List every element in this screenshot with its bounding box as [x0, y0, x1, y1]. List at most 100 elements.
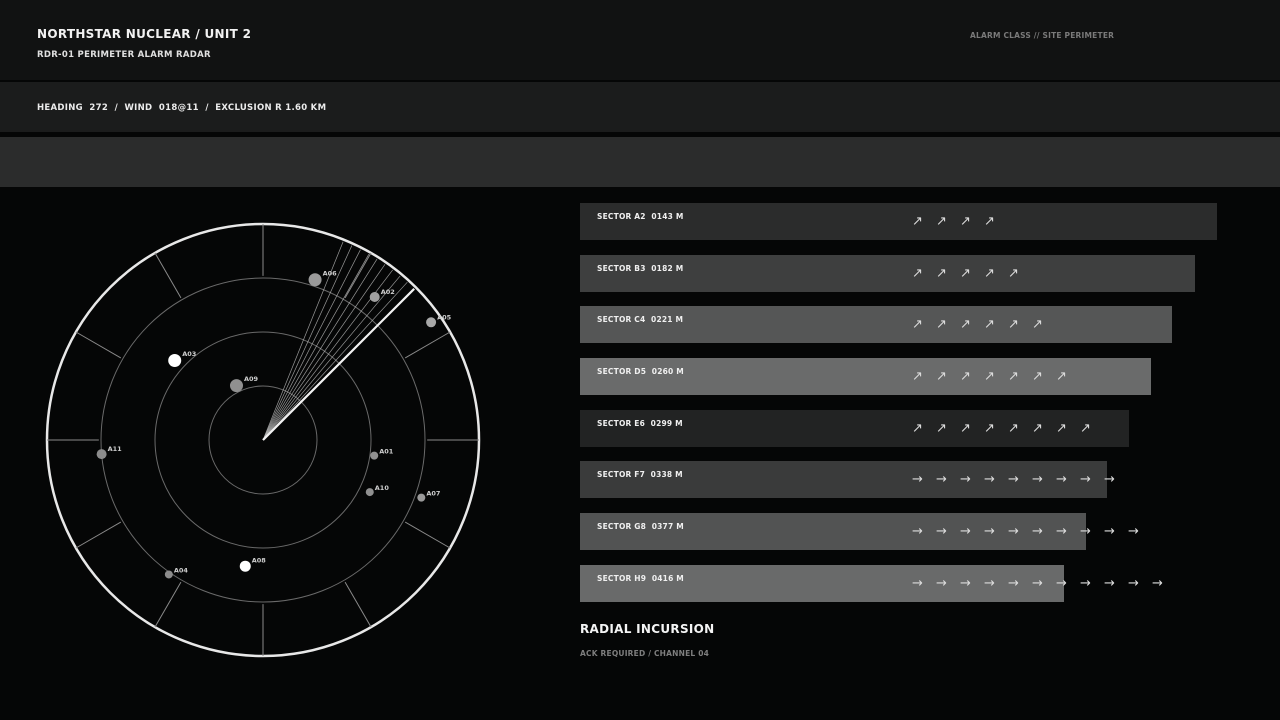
radar-blip — [417, 493, 426, 502]
sector-label: SECTOR B3 0182 M — [597, 264, 684, 273]
arrow-right-icon: → — [1032, 524, 1043, 539]
arrow-right-icon: → — [1032, 472, 1043, 487]
arrow-up-right-icon: ↗ — [936, 214, 947, 229]
radar-blip-label: A05 — [437, 313, 452, 321]
radar-blip — [308, 273, 322, 287]
arrow-right-icon: → — [1080, 576, 1091, 591]
radar-blip-label: A01 — [379, 448, 394, 456]
arrow-up-right-icon: ↗ — [912, 369, 923, 384]
arrow-up-right-icon: ↗ — [1032, 317, 1043, 332]
arrow-right-icon: → — [960, 472, 971, 487]
arrow-up-right-icon: ↗ — [984, 317, 995, 332]
radar-sweep-line — [262, 275, 401, 441]
arrow-right-icon: → — [936, 472, 947, 487]
radar-blip — [369, 292, 380, 303]
radar-bearing-tick — [154, 252, 182, 299]
arrow-up-right-icon: ↗ — [984, 421, 995, 436]
sector-label: SECTOR F7 0338 M — [597, 470, 683, 479]
arrow-right-icon: → — [984, 524, 995, 539]
arrow-up-right-icon: ↗ — [984, 266, 995, 281]
arrow-up-right-icon: ↗ — [936, 266, 947, 281]
arrow-right-icon: → — [1032, 576, 1043, 591]
arrow-right-icon: → — [1080, 524, 1091, 539]
arrow-up-right-icon: ↗ — [1032, 369, 1043, 384]
sector-bar: SECTOR C4 0221 M — [580, 306, 1172, 343]
alert-title: RADIAL INCURSION — [580, 622, 715, 636]
radar-scope: A06 A02 A05 A03 A09 A11 A01 A10 A07 A08 A04 — [45, 222, 481, 658]
arrow-right-icon: → — [984, 472, 995, 487]
radar-blip — [229, 379, 243, 393]
radar-bearing-tick — [404, 521, 451, 549]
radar-blip — [164, 570, 173, 579]
arrow-up-right-icon: ↗ — [960, 214, 971, 229]
radar-bearing-tick — [154, 581, 182, 628]
arrow-right-icon: → — [912, 576, 923, 591]
arrow-up-right-icon: ↗ — [912, 317, 923, 332]
arrow-up-right-icon: ↗ — [960, 421, 971, 436]
arrow-right-icon: → — [1008, 576, 1019, 591]
sector-label: SECTOR D5 0260 M — [597, 367, 684, 376]
arrow-up-right-icon: ↗ — [1008, 317, 1019, 332]
alarm-class-label: ALARM CLASS // SITE PERIMETER — [970, 31, 1115, 40]
radar-blip-label: A06 — [323, 269, 338, 277]
sector-label: SECTOR C4 0221 M — [597, 315, 684, 324]
sector-label: SECTOR A2 0143 M — [597, 212, 684, 221]
radar-sweep-line — [262, 258, 378, 441]
radar-bearing-tick — [344, 581, 372, 628]
arrow-right-icon: → — [960, 524, 971, 539]
alert-subtitle: ACK REQUIRED / CHANNEL 04 — [580, 649, 710, 658]
arrow-right-icon: → — [912, 524, 923, 539]
radar-blip — [365, 488, 374, 497]
arrow-right-icon: → — [960, 576, 971, 591]
arrow-up-right-icon: ↗ — [1008, 369, 1019, 384]
arrow-right-icon: → — [1008, 472, 1019, 487]
arrow-right-icon: → — [1152, 576, 1163, 591]
sector-arrow-row: → → → → → → → → → — [912, 461, 1128, 498]
arrow-right-icon: → — [1056, 524, 1067, 539]
arrow-right-icon: → — [1128, 576, 1139, 591]
arrow-up-right-icon: ↗ — [984, 214, 995, 229]
arrow-right-icon: → — [1104, 472, 1115, 487]
sector-arrow-row: ↗ ↗ ↗ ↗ — [912, 203, 1008, 240]
sector-arrow-row: ↗ ↗ ↗ ↗ ↗ ↗ ↗ — [912, 358, 1080, 395]
radar-bearing-tick — [75, 521, 122, 549]
radar-blip-label: A04 — [174, 566, 189, 574]
radar-blip-label: A03 — [182, 350, 196, 358]
radar-blip-label: A10 — [375, 484, 390, 492]
arrow-up-right-icon: ↗ — [1032, 421, 1043, 436]
radar-blip — [426, 317, 437, 328]
arrow-right-icon: → — [1056, 576, 1067, 591]
radar-blip — [168, 354, 182, 368]
arrow-right-icon: → — [1080, 472, 1091, 487]
arrow-up-right-icon: ↗ — [960, 369, 971, 384]
radar-blip-label: A09 — [244, 375, 259, 383]
arrow-up-right-icon: ↗ — [1056, 369, 1067, 384]
arrow-right-icon: → — [1104, 524, 1115, 539]
page-title: NORTHSTAR NUCLEAR / UNIT 2 — [37, 27, 252, 41]
radar-blip-label: A07 — [426, 490, 440, 498]
radar-bearing-tick — [75, 331, 122, 359]
radar-bearing-tick — [404, 331, 451, 359]
page-subtitle: RDR-01 PERIMETER ALARM RADAR — [37, 50, 211, 60]
sector-arrow-row: → → → → → → → → → → → — [912, 565, 1176, 602]
radar-sweep-line — [262, 264, 386, 441]
arrow-right-icon: → — [1008, 524, 1019, 539]
heading-wind-exclusion-readout: HEADING 272 / WIND 018@11 / EXCLUSION R … — [37, 103, 327, 113]
arrow-up-right-icon: ↗ — [912, 266, 923, 281]
arrow-up-right-icon: ↗ — [1008, 421, 1019, 436]
radar-blip — [370, 451, 379, 460]
empty-band-bar — [0, 137, 1280, 187]
arrow-right-icon: → — [984, 576, 995, 591]
arrow-up-right-icon: ↗ — [1080, 421, 1091, 436]
radar-sweep-line — [262, 281, 408, 441]
radar-blip-label: A11 — [108, 445, 123, 453]
radar-blip — [96, 449, 107, 460]
radar-blip-label: A02 — [381, 288, 395, 296]
radar-blip — [239, 560, 251, 572]
sector-label: SECTOR H9 0416 M — [597, 574, 684, 583]
radar-sweep-line — [262, 245, 353, 441]
arrow-up-right-icon: ↗ — [912, 421, 923, 436]
radar-blip-label: A08 — [252, 557, 267, 565]
arrow-right-icon: → — [936, 576, 947, 591]
sector-bar: SECTOR B3 0182 M — [580, 255, 1195, 292]
